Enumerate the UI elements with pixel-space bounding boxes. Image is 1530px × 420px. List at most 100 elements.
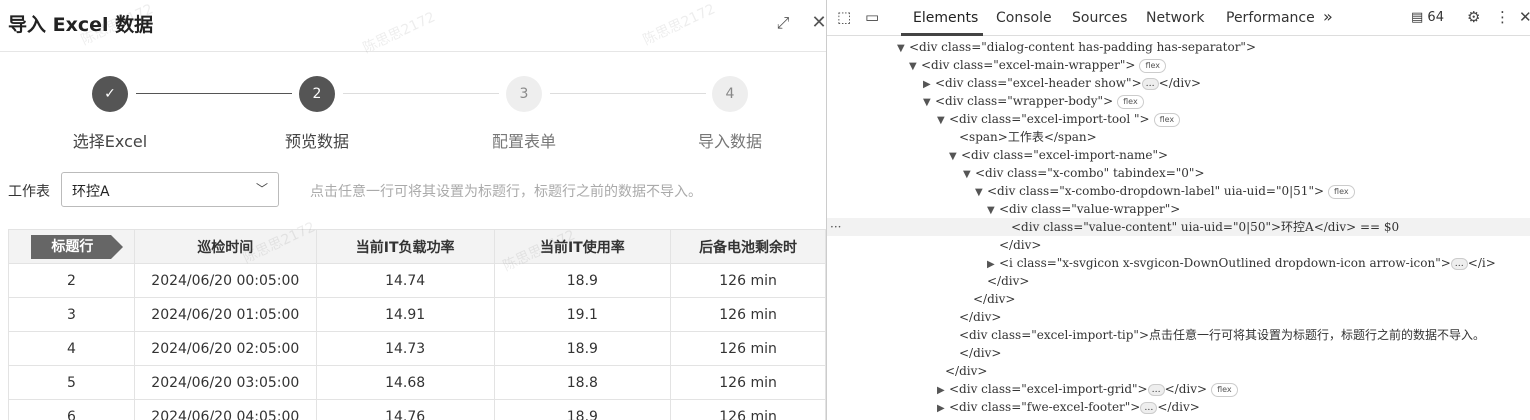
caret-down-icon[interactable]: ▼ [963, 166, 975, 184]
dom-node[interactable]: </div> [959, 344, 1001, 362]
table-row[interactable]: 6 2024/06/20 04:05:00 14.76 18.9 126 min [8, 399, 826, 420]
ellipsis-toggle[interactable]: … [1450, 258, 1468, 270]
close-icon[interactable]: ✕ [808, 12, 826, 34]
tab-elements[interactable]: Elements [913, 10, 978, 26]
table-cell: 126 min [670, 365, 826, 400]
flex-badge[interactable]: flex [1211, 383, 1238, 397]
inspect-element-icon[interactable]: ⬚ [837, 8, 851, 26]
tab-sources[interactable]: Sources [1072, 10, 1127, 26]
table-cell: 126 min [670, 263, 826, 298]
expand-icon[interactable]: ⤢ [772, 12, 794, 34]
dom-node[interactable]: </div> [999, 236, 1041, 254]
step-indicator: ✓ 选择Excel 2 预览数据 3 配置表单 4 导入数据 [0, 76, 826, 156]
row-number: 6 [8, 399, 135, 420]
dom-node[interactable]: </div> [973, 290, 1015, 308]
issues-badge[interactable]: ▤ 64 [1411, 10, 1444, 25]
worksheet-value: 环控A [72, 184, 110, 200]
devtools-tabbar: ⬚ ▭ Elements Console Sources Network Per… [827, 0, 1530, 36]
header-row-tag: 标题行 [31, 234, 124, 259]
dom-node[interactable]: ▶ <div class="excel-header show">… </div> [923, 74, 1201, 92]
dom-node[interactable]: ▼ <div class="x-combo-dropdown-label" uia… [975, 182, 1355, 200]
tab-network[interactable]: Network [1146, 10, 1204, 26]
active-tab-indicator [901, 33, 983, 36]
table-cell: 18.9 [493, 399, 672, 420]
device-toolbar-icon[interactable]: ▭ [865, 8, 879, 26]
step-number: 4 [712, 76, 748, 112]
kebab-menu-icon[interactable]: ⋮ [1495, 8, 1510, 26]
dom-node[interactable]: ▼ <div class="value-wrapper"> [987, 200, 1180, 218]
flex-badge[interactable]: flex [1139, 59, 1167, 73]
flex-badge[interactable]: flex [1117, 95, 1144, 109]
dom-node[interactable]: ▼ <div class="dialog-content has-padding … [897, 38, 1256, 56]
table-cell: 2024/06/20 02:05:00 [133, 331, 317, 366]
caret-down-icon[interactable]: ▼ [975, 184, 987, 202]
step-label: 选择Excel [72, 132, 148, 151]
dialog-header: 导入 Excel 数据 ⤢ ✕ [0, 0, 826, 52]
table-cell: 126 min [670, 399, 826, 420]
dom-node[interactable]: ▶ <i class="x-svgicon x-svgicon-DownOutli… [987, 254, 1496, 272]
dom-node[interactable]: <div class="excel-import-tip">点击任意一行可将其设… [959, 326, 1485, 344]
table-cell: 2024/06/20 03:05:00 [133, 365, 317, 400]
table-cell: 18.9 [493, 331, 672, 366]
flex-badge[interactable]: flex [1153, 113, 1181, 127]
table-cell: 14.74 [315, 263, 495, 298]
caret-down-icon[interactable]: ▼ [909, 58, 921, 76]
import-toolbar: 工作表 环控A ﹀ 点击任意一行可将其设置为标题行，标题行之前的数据不导入。 [0, 172, 826, 208]
dom-node[interactable]: ▼ <div class="wrapper-body"> flex [923, 92, 1144, 110]
dom-node[interactable]: </div> [987, 272, 1029, 290]
header-row[interactable]: 标题行 巡检时间 当前IT负载功率 当前IT使用率 后备电池剩余时 [8, 229, 826, 264]
ellipsis-toggle[interactable]: … [1147, 384, 1165, 396]
tab-console[interactable]: Console [996, 10, 1052, 26]
dom-node[interactable]: <span>工作表</span> [959, 128, 1097, 146]
table-row[interactable]: 4 2024/06/20 02:05:00 14.73 18.9 126 min [8, 331, 826, 366]
row-number: 5 [8, 365, 135, 400]
dom-node[interactable]: ▼ <div class="excel-main-wrapper"> flex [909, 56, 1167, 76]
ellipsis-toggle[interactable]: … [1140, 402, 1158, 414]
table-row[interactable]: 5 2024/06/20 03:05:00 14.68 18.8 126 min [8, 365, 826, 400]
caret-right-icon[interactable]: ▶ [937, 400, 949, 418]
table-cell: 2024/06/20 00:05:00 [133, 263, 317, 298]
selected-dom-node[interactable]: ··· <div class="value-content" uia-uid="0… [827, 218, 1530, 236]
step-number: 3 [506, 76, 542, 112]
header-tag-cell: 标题行 [8, 229, 135, 264]
step-3: 3 配置表单 [444, 76, 604, 152]
dom-node[interactable]: ▼ <div class="excel-import-name"> [949, 146, 1168, 164]
dom-node[interactable]: ▶ <div class="fwe-excel-footer">… </div> [937, 398, 1200, 416]
caret-down-icon[interactable]: ▼ [897, 40, 909, 58]
table-cell: 18.8 [493, 365, 672, 400]
table-cell: 126 min [670, 331, 826, 366]
caret-down-icon[interactable]: ▼ [949, 148, 961, 166]
row-number: 2 [8, 263, 135, 298]
table-row[interactable]: 3 2024/06/20 01:05:00 14.91 19.1 126 min [8, 297, 826, 332]
gear-icon[interactable]: ⚙ [1467, 8, 1480, 26]
column-header: 当前IT负载功率 [315, 229, 495, 264]
flex-badge[interactable]: flex [1328, 185, 1355, 199]
message-icon: ▤ [1411, 10, 1428, 25]
row-number: 4 [8, 331, 135, 366]
check-icon: ✓ [92, 76, 128, 112]
table-cell: 19.1 [493, 297, 672, 332]
caret-down-icon[interactable]: ▼ [937, 112, 949, 130]
step-4: 4 导入数据 [650, 76, 810, 152]
import-excel-dialog: 导入 Excel 数据 ⤢ ✕ ✓ 选择Excel 2 预览数据 3 配置表单 … [0, 0, 826, 420]
dom-node[interactable]: </div> [945, 362, 987, 380]
ellipsis-toggle[interactable]: … [1141, 78, 1159, 90]
more-dots-icon[interactable]: ··· [830, 218, 841, 236]
caret-down-icon[interactable]: ▼ [923, 94, 935, 112]
dom-node[interactable]: ▼ <div class="x-combo" tabindex="0"> [963, 164, 1205, 182]
dom-node[interactable]: </div> [959, 308, 1001, 326]
dom-node[interactable]: ▼ <div class="excel-import-tool "> flex [937, 110, 1181, 130]
close-devtools-icon[interactable]: ✕ [1519, 8, 1530, 26]
table-cell: 18.9 [493, 263, 672, 298]
chevron-down-icon: ﹀ [255, 182, 268, 196]
dom-node[interactable]: ▶ <div class="excel-import-grid">… </div> f… [937, 380, 1238, 398]
row-number: 3 [8, 297, 135, 332]
tab-performance[interactable]: Performance [1226, 10, 1315, 26]
more-tabs-icon[interactable]: » [1323, 7, 1333, 26]
step-number: 2 [299, 76, 335, 112]
table-cell: 14.76 [315, 399, 495, 420]
import-tip: 点击任意一行可将其设置为标题行，标题行之前的数据不导入。 [310, 184, 702, 200]
step-1: ✓ 选择Excel [30, 76, 190, 152]
worksheet-select[interactable]: 环控A ﹀ [61, 172, 279, 207]
table-row[interactable]: 2 2024/06/20 00:05:00 14.74 18.9 126 min [8, 263, 826, 298]
